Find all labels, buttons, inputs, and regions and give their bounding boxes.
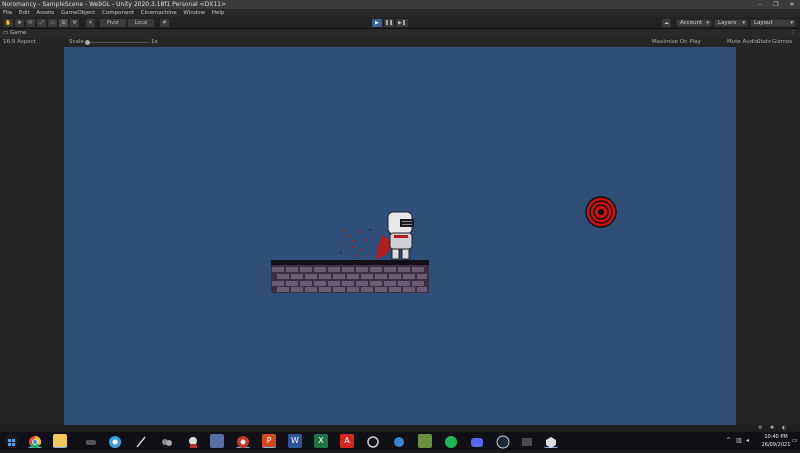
game-view-icon: ▭ (3, 30, 9, 36)
pen-icon[interactable] (134, 434, 148, 448)
gamepad-icon[interactable] (84, 434, 98, 448)
red-target (585, 196, 617, 228)
chevron-down-icon: ▾ (706, 20, 709, 26)
menu-cinemachine[interactable]: Cinemachine (141, 9, 177, 17)
word-icon[interactable]: W (288, 434, 302, 448)
account-dropdown[interactable]: Account ▾ (676, 19, 712, 27)
pivot-toggle[interactable]: Pivot (100, 19, 126, 27)
menu-bar: File Edit Assets GameObject Component Ci… (0, 9, 800, 17)
maximize-button[interactable]: ❐ (768, 0, 784, 9)
pause-button[interactable]: ❚❚ (384, 19, 394, 27)
layout-dropdown[interactable]: Layout ▾ (750, 19, 796, 27)
scale-slider-track[interactable] (85, 42, 149, 43)
excel-icon[interactable]: X (314, 434, 328, 448)
cloud-icon[interactable]: ☁ (662, 19, 671, 27)
account-label: Account (680, 20, 703, 26)
status-bar: ⚙ ✱ ◐ (0, 425, 800, 432)
chrome-icon[interactable] (28, 434, 42, 449)
progress-icon[interactable]: ◐ (782, 425, 786, 431)
bug-icon[interactable]: ✱ (770, 425, 774, 431)
game-tab[interactable]: ▭ Game ⋮ (0, 29, 800, 38)
volume-icon[interactable]: ◂ (746, 437, 749, 444)
game-tab-label: Game (9, 30, 27, 36)
tool-x-icon[interactable]: ✕ (86, 19, 95, 27)
chevron-down-icon: ▾ (742, 20, 745, 26)
chevron-down-icon: ▾ (790, 20, 793, 26)
collab-icon[interactable]: ⚙ (758, 425, 762, 431)
unity-icon[interactable] (544, 434, 558, 448)
spotify-icon[interactable] (444, 434, 458, 448)
paint-icon[interactable] (160, 434, 174, 448)
blood-particles (340, 229, 371, 257)
minecraft-icon[interactable] (418, 434, 432, 448)
chrome-canary-icon[interactable] (236, 434, 250, 448)
system-clock[interactable]: 10:40 PM 26/09/2021 (758, 433, 794, 449)
transform-tool-icon[interactable]: ⊞ (59, 19, 68, 27)
toolbar: ✋ ✥ ⟳ ⤢ ▭ ⊞ ⚒ ✕ Pivot Local # ▶ ❚❚ ▶❚ ☁ … (0, 17, 800, 29)
local-label: Local (134, 20, 148, 26)
layers-label: Layers (718, 20, 737, 26)
scale-tool-icon[interactable]: ⤢ (37, 19, 46, 27)
steam-icon[interactable] (496, 434, 510, 449)
menu-window[interactable]: Window (183, 9, 205, 17)
game-viewport[interactable] (64, 47, 736, 425)
menu-assets[interactable]: Assets (36, 9, 54, 17)
rotate-tool-icon[interactable]: ⟳ (26, 19, 35, 27)
brick-platform (271, 260, 429, 293)
grid-snap-icon[interactable]: # (160, 19, 169, 27)
notification-icon[interactable]: ▭ (792, 437, 798, 444)
move-tool-icon[interactable]: ✥ (15, 19, 24, 27)
file-explorer-icon[interactable] (53, 434, 67, 448)
game-control-bar: 16:9 Aspect Scale 1x Maximize On Play Mu… (0, 38, 800, 47)
play-button[interactable]: ▶ (372, 19, 382, 27)
stats-toggle[interactable]: Stats (757, 38, 771, 47)
step-button[interactable]: ▶❚ (396, 19, 408, 27)
menu-help[interactable]: Help (212, 9, 225, 17)
tab-menu-icon[interactable]: ⋮ (791, 29, 797, 38)
discord-icon[interactable] (470, 434, 484, 448)
scale-label: Scale (69, 39, 84, 45)
paint-app-icon[interactable] (210, 434, 224, 448)
layers-dropdown[interactable]: Layers ▾ (714, 19, 748, 27)
clock-time: 10:40 PM (764, 434, 788, 440)
start-icon[interactable] (4, 434, 18, 448)
gizmos-toggle[interactable]: Gizmos (772, 38, 792, 47)
powerpoint-icon[interactable]: P (262, 434, 276, 448)
hand-tool-icon[interactable]: ✋ (4, 19, 13, 27)
minimize-button[interactable]: – (752, 0, 768, 9)
acrobat-icon[interactable]: A (340, 434, 354, 448)
window-titlebar: Noromancy - SampleScene - WebGL - Unity … (0, 0, 800, 9)
network-icon[interactable]: ▥ (736, 437, 742, 444)
mute-audio-toggle[interactable]: Mute Audio (727, 38, 758, 47)
aspect-dropdown[interactable]: 16:9 Aspect (3, 38, 36, 47)
layout-label: Layout (754, 20, 773, 26)
scale-slider-handle[interactable] (85, 40, 90, 45)
custom-tool-icon[interactable]: ⚒ (70, 19, 79, 27)
window-title: Noromancy - SampleScene - WebGL - Unity … (2, 1, 227, 8)
windows-taskbar: P W X A ^ ▥ ◂ 10:40 PM 26/09/2021 ▭ (0, 432, 800, 450)
rect-tool-icon[interactable]: ▭ (48, 19, 57, 27)
knight-player (376, 211, 414, 260)
maximize-on-play-toggle[interactable]: Maximize On Play (652, 38, 701, 47)
close-button[interactable]: ✕ (784, 0, 800, 9)
document-icon[interactable] (186, 434, 200, 448)
pivot-label: Pivot (106, 20, 120, 26)
clock-date: 26/09/2021 (761, 442, 791, 448)
menu-edit[interactable]: Edit (19, 9, 30, 17)
headset-icon[interactable] (366, 434, 380, 448)
unity-hub-icon[interactable] (392, 434, 406, 448)
scale-value: 1x (151, 39, 158, 45)
steam-like-icon[interactable] (108, 434, 122, 448)
menu-component[interactable]: Component (102, 9, 134, 17)
game-scene (271, 196, 617, 293)
menu-gameobject[interactable]: GameObject (61, 9, 95, 17)
menu-file[interactable]: File (3, 9, 12, 17)
terminal-icon[interactable] (520, 434, 534, 448)
local-toggle[interactable]: Local (128, 19, 154, 27)
tray-arrow-icon[interactable]: ^ (726, 437, 731, 444)
